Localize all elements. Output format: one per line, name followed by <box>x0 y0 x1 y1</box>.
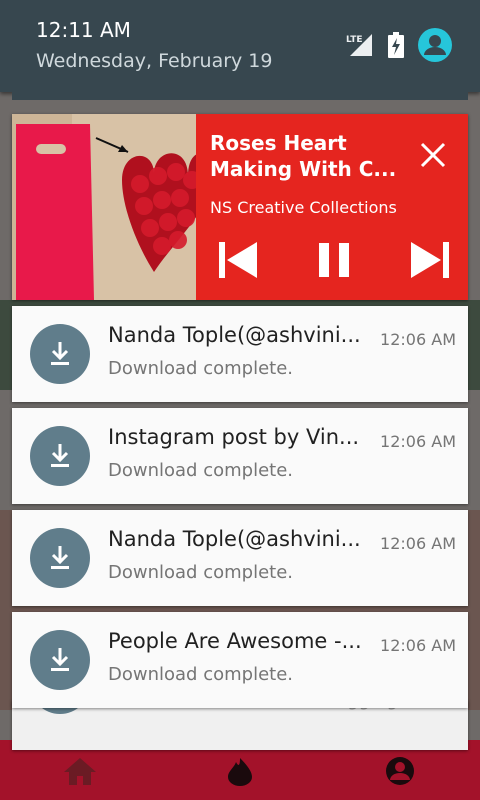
profile-icon <box>386 757 414 785</box>
previous-button[interactable] <box>210 236 266 284</box>
notification-text: Download complete. <box>108 562 293 583</box>
flame-icon <box>228 758 252 786</box>
download-icon <box>30 426 90 486</box>
media-title: Roses Heart Making With C... <box>210 131 397 181</box>
notification-time: 12:06 AM <box>380 432 456 451</box>
album-art <box>12 114 196 300</box>
notification-title: Instagram post by Vin... <box>108 425 360 449</box>
media-controls <box>210 236 458 284</box>
account-icon[interactable] <box>418 28 452 62</box>
home-icon <box>64 758 96 785</box>
notification-time: 12:06 AM <box>380 636 456 655</box>
notification-title: Nanda Tople(@ashvini... <box>108 323 361 347</box>
signal-icon: LTE <box>346 34 372 56</box>
media-artist: NS Creative Collections <box>210 198 397 217</box>
close-icon[interactable] <box>418 140 448 170</box>
notification-text: Download complete. <box>108 358 293 379</box>
quick-settings-panel-edge <box>12 92 468 100</box>
download-notification[interactable]: Nanda Tople(@ashvini... 12:06 AM Downloa… <box>12 510 468 606</box>
previous-icon <box>219 242 257 278</box>
notification-title: People Are Awesome -... <box>108 629 362 653</box>
notification-time: 12:06 AM <box>380 330 456 349</box>
download-notification[interactable]: Instagram post by Vin... 12:06 AM Downlo… <box>12 408 468 504</box>
download-icon <box>30 324 90 384</box>
network-type-label: LTE <box>346 35 363 45</box>
notification-text: Download complete. <box>108 460 293 481</box>
download-icon <box>30 630 90 690</box>
date: Wednesday, February 19 <box>36 50 273 72</box>
battery-charging-icon <box>388 32 404 58</box>
pause-icon <box>319 243 349 277</box>
next-button[interactable] <box>402 236 458 284</box>
notification-time: 12:06 AM <box>380 534 456 553</box>
notification-text: Download complete. <box>108 664 293 685</box>
download-notification[interactable]: Nanda Tople(@ashvini... 12:06 AM Downloa… <box>12 306 468 402</box>
status-icons: LTE <box>346 28 452 62</box>
quick-settings-header[interactable]: 12:11 AM Wednesday, February 19 LTE <box>0 0 480 92</box>
pause-button[interactable] <box>306 236 362 284</box>
next-icon <box>411 242 449 278</box>
download-icon <box>30 528 90 588</box>
clock: 12:11 AM <box>36 18 131 42</box>
download-notification[interactable]: People Are Awesome -... 12:06 AM Downloa… <box>12 612 468 708</box>
media-notification[interactable]: Roses Heart Making With C... NS Creative… <box>12 114 468 300</box>
notification-title: Nanda Tople(@ashvini... <box>108 527 361 551</box>
